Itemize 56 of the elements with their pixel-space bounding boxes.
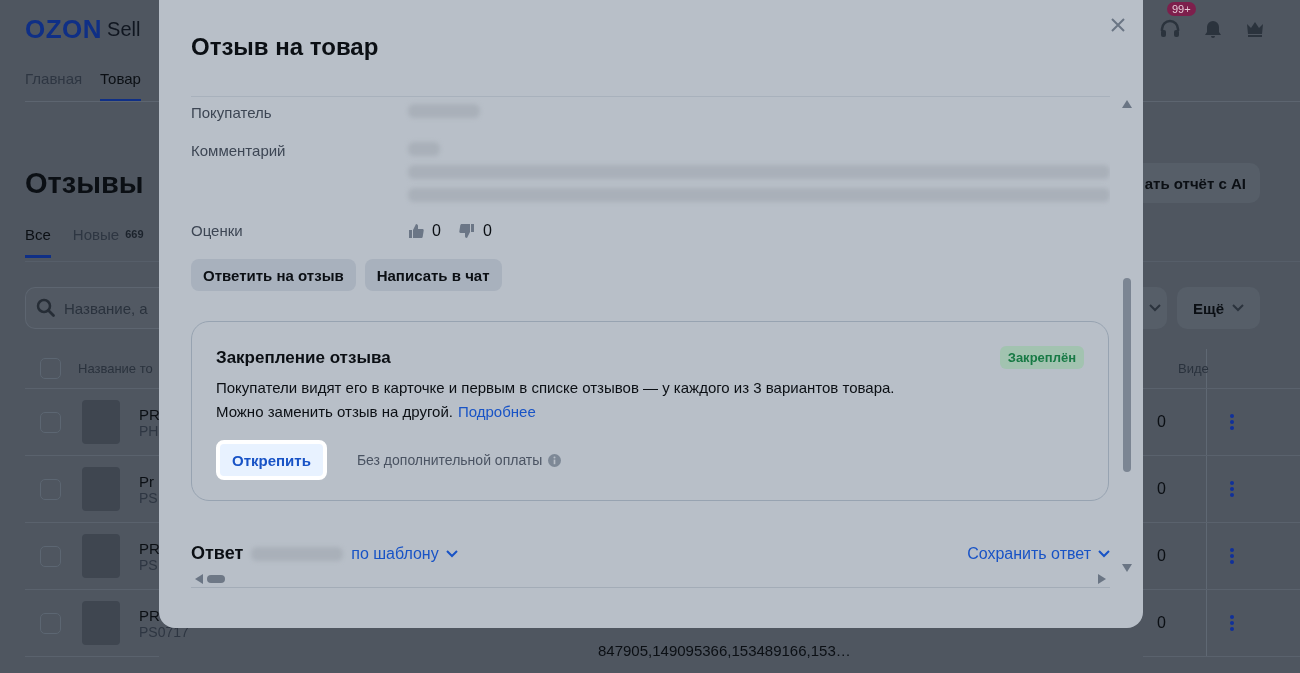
- chevron-down-icon: [1098, 549, 1110, 558]
- ozon-logo[interactable]: OZON: [25, 13, 103, 45]
- field-label: Оценки: [191, 222, 244, 240]
- search-icon: [36, 298, 56, 318]
- product-name[interactable]: PR: [139, 405, 160, 423]
- headset-icon[interactable]: [1159, 18, 1181, 40]
- more-button[interactable]: Ещё: [1177, 287, 1260, 329]
- bell-icon[interactable]: [1203, 19, 1223, 39]
- table-cell: 0: [1157, 547, 1166, 565]
- field-label: Покупатель: [191, 104, 273, 122]
- dislikes-count: 0: [482, 222, 492, 240]
- filter-dropdown[interactable]: [1143, 287, 1167, 329]
- card-text: Можно заменить отзыв на другой.: [216, 403, 453, 420]
- action-button[interactable]: Ответить на отзыв: [191, 259, 356, 291]
- report-button[interactable]: ать отчёт с AI: [1143, 163, 1260, 203]
- scroll-down-arrow-icon[interactable]: [1122, 564, 1132, 572]
- more-options-icon[interactable]: [1229, 615, 1234, 631]
- chevron-down-icon: [445, 549, 458, 558]
- scroll-right-arrow-icon[interactable]: [1098, 574, 1106, 584]
- nav-tab[interactable]: Товар: [100, 58, 141, 101]
- notification-badge: 99+: [1167, 2, 1196, 16]
- reply-label: Ответ: [191, 543, 244, 564]
- price-note: Без дополнительной оплаты: [356, 452, 543, 468]
- info-icon[interactable]: [548, 453, 562, 467]
- more-options-icon[interactable]: [1229, 414, 1234, 430]
- page-title: Отзывы: [25, 165, 144, 200]
- card-title: Закрепление отзыва: [216, 347, 391, 368]
- filter-tab[interactable]: Все: [25, 222, 51, 258]
- field-label: Комментарий: [191, 142, 287, 161]
- unpin-button[interactable]: Открепить: [216, 440, 327, 480]
- scrollbar-thumb[interactable]: [1123, 278, 1131, 472]
- scrollbar-thumb[interactable]: [207, 575, 225, 583]
- chevron-down-icon: [1232, 304, 1244, 312]
- thumbs-down-icon[interactable]: [458, 223, 475, 239]
- status-badge: Закреплён: [999, 346, 1084, 369]
- table-cell: 0: [1157, 614, 1166, 632]
- dialog-title: Отзыв на товар: [191, 33, 379, 61]
- chevron-down-icon: [1149, 304, 1161, 312]
- table-cell: 0: [1157, 413, 1166, 431]
- thumbs-up-icon[interactable]: [408, 223, 424, 239]
- scroll-left-arrow-icon[interactable]: [195, 574, 203, 584]
- likes-count: 0: [432, 222, 441, 240]
- table-cell: 847905,149095366,153489166,153…: [598, 642, 851, 659]
- close-icon[interactable]: [1111, 18, 1125, 32]
- logo-suffix: Sell: [107, 17, 141, 41]
- template-dropdown[interactable]: по шаблону: [351, 544, 458, 563]
- action-button[interactable]: Написать в чат: [364, 259, 502, 291]
- more-options-icon[interactable]: [1229, 481, 1234, 497]
- product-name[interactable]: PR: [139, 539, 160, 557]
- product-name[interactable]: Pr: [139, 472, 158, 490]
- scroll-up-arrow-icon[interactable]: [1122, 100, 1132, 108]
- more-link[interactable]: Подробнее: [458, 403, 536, 420]
- card-text: Покупатели видят его в карточке и первым в списке отзывов — у каждого из 3 вариантов товара.: [216, 379, 896, 396]
- more-options-icon[interactable]: [1229, 548, 1234, 564]
- table-cell: 0: [1157, 480, 1166, 498]
- save-reply-dropdown[interactable]: Сохранить ответ: [967, 544, 1110, 563]
